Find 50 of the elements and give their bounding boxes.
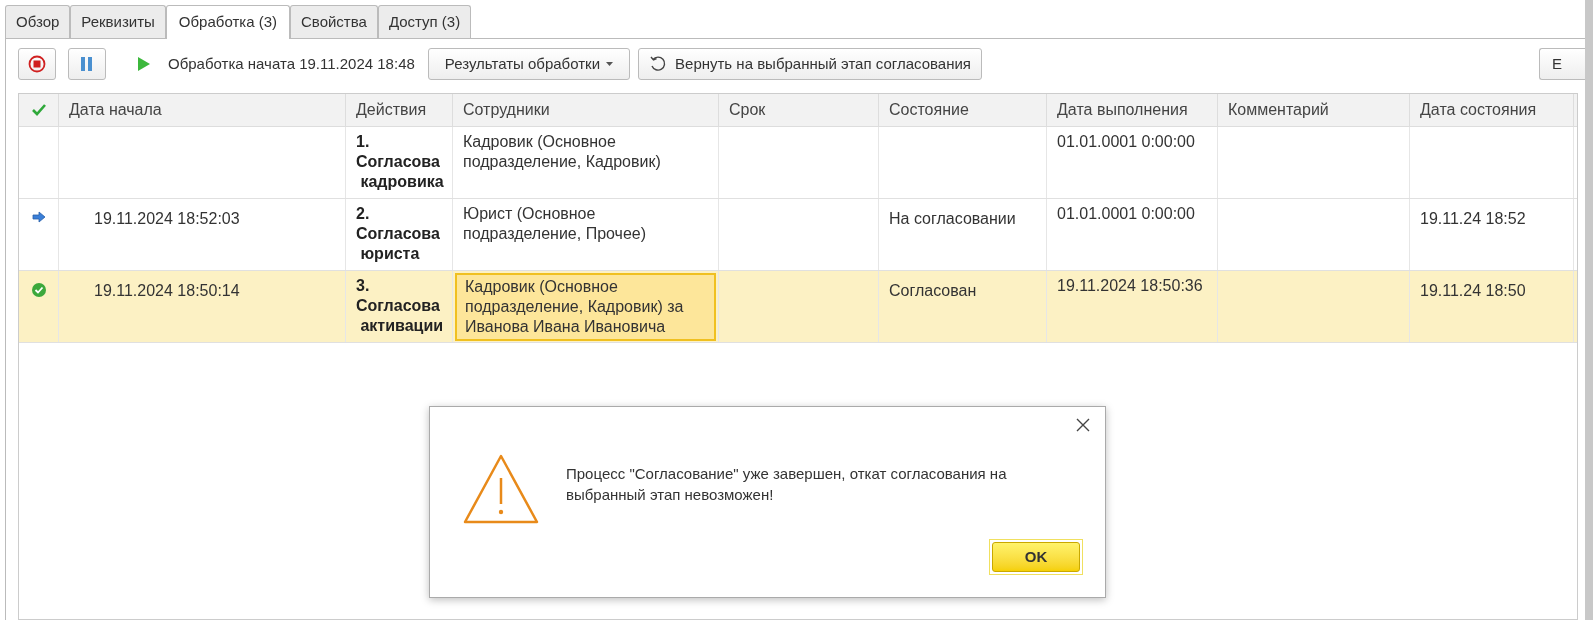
scrollbar[interactable] xyxy=(1585,0,1593,620)
dialog-message: Процесс "Согласование" уже завершен, откат согласования на выбранный этап невозможен! xyxy=(566,464,1008,505)
tab[interactable]: Реквизиты xyxy=(70,5,166,38)
check-circle-icon xyxy=(31,283,46,297)
table-cell: 19.11.2024 18:52:03 xyxy=(94,210,240,227)
table-cell-text: Кадровик (Основное подразделение, Кадровик) за Иванова Ивана Ивановича xyxy=(465,277,685,337)
column-header[interactable]: Действия xyxy=(346,94,453,126)
column-header[interactable]: Дата начала xyxy=(59,94,346,126)
ok-button[interactable]: OK xyxy=(992,542,1080,572)
table-row[interactable]: 1. Согласова кадровика Кадровик (Основное подразделение, Кадровик) 01.01.0001 0:00:00 xyxy=(19,127,1577,199)
table-cell: 19.11.2024 18:50:14 xyxy=(94,282,240,299)
more-button[interactable]: Е xyxy=(1539,48,1585,80)
column-header[interactable]: Дата состояния xyxy=(1410,94,1574,126)
table-cell: На согласовании xyxy=(889,210,1016,227)
table-cell-text: 01.01.0001 0:00:00 xyxy=(1057,132,1196,152)
warning-icon xyxy=(463,454,539,524)
table-cell: 19.11.24 18:52 xyxy=(1420,210,1526,227)
column-header[interactable]: Дата выполнения xyxy=(1047,94,1218,126)
table-cell: 1. Согласова кадровика xyxy=(356,132,442,192)
tab[interactable]: Обзор xyxy=(5,5,71,38)
undo-icon xyxy=(649,55,668,73)
table-cell-text: 01.01.0001 0:00:00 xyxy=(1057,204,1196,224)
column-header[interactable]: Срок xyxy=(719,94,879,126)
table-cell: 3. Согласова активации xyxy=(356,276,442,336)
play-icon xyxy=(138,57,150,71)
table-cell-text: 2. Согласова юриста xyxy=(356,204,441,264)
close-icon xyxy=(1076,418,1090,432)
caret-icon xyxy=(606,62,614,66)
stop-button[interactable] xyxy=(18,48,56,80)
table-cell-text: 19.11.2024 18:50:36 xyxy=(1057,276,1204,296)
tab[interactable]: Обработка (3) xyxy=(165,5,290,39)
pause-button[interactable] xyxy=(68,48,106,80)
arrow-icon xyxy=(31,211,46,223)
tab[interactable]: Доступ (3) xyxy=(377,5,472,38)
check-icon xyxy=(31,104,46,116)
status-text: Обработка начата 19.11.2024 18:48 xyxy=(168,53,415,74)
table-cell: 19.11.24 18:50 xyxy=(1420,282,1526,299)
results-button[interactable]: Результаты обработки xyxy=(427,48,631,80)
pause-icon xyxy=(81,57,93,71)
table-row[interactable]: 19.11.2024 18:52:03 2. Согласова юриста Юрист (Основное подразделение, Прочее) На согласовании 01.01.0001 0:00:00 19.11.24 18:52 xyxy=(19,199,1577,271)
table-cell-text: Кадровик (Основное подразделение, Кадровик) xyxy=(463,132,662,172)
table-cell-text: Юрист (Основное подразделение, Прочее) xyxy=(463,204,648,244)
stop-icon xyxy=(28,55,46,73)
tab[interactable]: Свойства xyxy=(290,5,378,38)
column-header[interactable]: Состояние xyxy=(879,94,1047,126)
table-cell: Согласован xyxy=(889,282,977,299)
return-button[interactable]: Вернуть на выбранный этап согласования xyxy=(638,48,982,80)
table-row[interactable]: 19.11.2024 18:50:14 3. Согласова активации Кадровик (Основное подразделение, Кадровик) за Иванова Ивана Ивановича Согласован 19.11.2024 18:50:36 19.11.24 18:50 xyxy=(19,271,1577,343)
column-header[interactable]: Сотрудники xyxy=(453,94,719,126)
column-header[interactable]: Комментарий xyxy=(1218,94,1410,126)
